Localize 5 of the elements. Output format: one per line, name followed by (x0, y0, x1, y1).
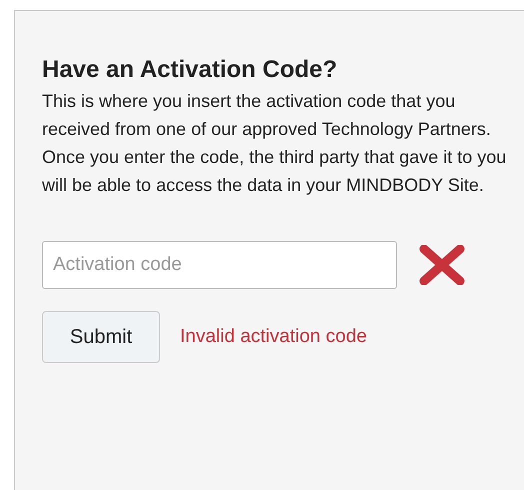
description-text: This is where you insert the activation code that you received from one of our approved Technology Partners. Once you enter the code, the third party that gave it to you will be able to access the data in your MINDBODY Site. (42, 90, 508, 197)
panel-title: Have an Activation Code? (42, 55, 338, 85)
submit-button[interactable]: Submit (42, 311, 160, 363)
activation-code-field[interactable]: Activation code (42, 241, 397, 289)
error-message: Invalid activation code (180, 326, 367, 348)
